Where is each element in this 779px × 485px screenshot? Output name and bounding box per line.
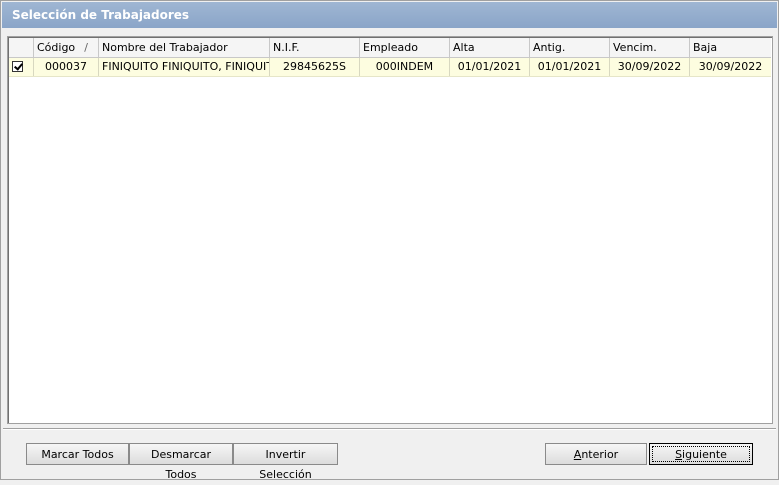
previous-label: nterior	[581, 448, 619, 461]
window-title: Selección de Trabajadores	[2, 2, 777, 28]
workers-grid[interactable]: Código / Nombre del Trabajador N.I.F. Em…	[7, 36, 773, 424]
footer-divider	[3, 428, 776, 430]
header-vencim[interactable]: Vencim.	[610, 38, 690, 57]
header-nombre[interactable]: Nombre del Trabajador	[99, 38, 270, 57]
header-antig[interactable]: Antig.	[530, 38, 610, 57]
sort-indicator-icon: /	[84, 41, 88, 54]
previous-button[interactable]: Anterior	[545, 443, 647, 465]
next-button[interactable]: Siguiente	[649, 443, 753, 465]
cell-alta: 01/01/2021	[450, 58, 530, 76]
cell-antig: 01/01/2021	[530, 58, 610, 76]
cell-baja: 30/09/2022	[698, 60, 763, 73]
header-codigo[interactable]: Código /	[34, 38, 99, 57]
header-nif[interactable]: N.I.F.	[270, 38, 360, 57]
selection-window: Selección de Trabajadores Código / Nombr…	[0, 0, 779, 481]
focus-rect	[652, 446, 750, 462]
grid-header: Código / Nombre del Trabajador N.I.F. Em…	[9, 38, 771, 58]
header-alta[interactable]: Alta	[450, 38, 530, 57]
cell-empleado: 000INDEM	[360, 58, 450, 76]
invert-selection-button[interactable]: Invertir Selección	[233, 443, 338, 481]
cell-codigo: 000037	[34, 58, 99, 76]
header-codigo-label: Código	[37, 41, 76, 54]
row-checkbox[interactable]	[12, 61, 23, 72]
mark-all-button[interactable]: Marcar Todos	[26, 443, 129, 465]
cell-vencim: 30/09/2022	[610, 58, 690, 76]
row-check-cell[interactable]	[9, 58, 34, 76]
header-check[interactable]	[9, 38, 34, 57]
cell-nif: 29845625S	[270, 58, 360, 76]
unmark-all-button[interactable]: Desmarcar Todos	[129, 443, 233, 481]
header-empleado[interactable]: Empleado	[360, 38, 450, 57]
cell-nombre: FINIQUITO FINIQUITO, FINIQUITO	[99, 58, 270, 76]
header-baja[interactable]: Baja	[690, 38, 771, 57]
table-row[interactable]: 000037 FINIQUITO FINIQUITO, FINIQUITO 29…	[9, 58, 771, 77]
